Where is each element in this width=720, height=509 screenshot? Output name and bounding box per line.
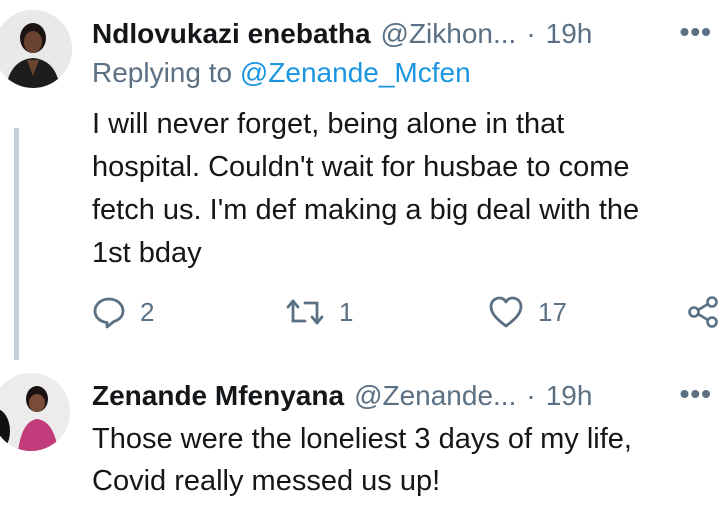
retweet-icon	[285, 295, 325, 329]
tweet[interactable]: Zenande Mfenyana @Zenande... · 19h ••• T…	[0, 360, 720, 509]
more-options-icon[interactable]: •••	[680, 378, 712, 410]
separator: ·	[526, 18, 536, 49]
avatar[interactable]	[0, 10, 72, 88]
replying-to: Replying to @Zenande_Mcfen	[92, 57, 471, 89]
tweet-text: I will never forget, being alone in that…	[92, 103, 712, 275]
tweet-text-line: hospital. Couldn't wait for husbae to co…	[92, 151, 630, 183]
share-icon	[686, 295, 720, 329]
retweet-count: 1	[339, 296, 354, 327]
like-count: 17	[538, 296, 567, 327]
tweet-text-line: I will never forget, being alone in that	[92, 108, 565, 140]
reply-count: 2	[140, 296, 155, 327]
tweet[interactable]: Ndlovukazi enebatha @Zikhon... · 19h •••…	[0, 0, 720, 360]
reply-icon	[92, 295, 126, 329]
like-button[interactable]: 17	[488, 288, 567, 336]
display-name[interactable]: Zenande Mfenyana	[92, 380, 344, 412]
timestamp[interactable]: 19h	[546, 18, 593, 50]
tweet-text: Those were the loneliest 3 days of my li…	[92, 418, 712, 502]
heart-icon	[488, 295, 524, 329]
separator: ·	[526, 380, 536, 411]
share-button[interactable]	[686, 288, 720, 336]
tweet-text-line: Those were the loneliest 3 days of my li…	[92, 423, 632, 455]
user-handle[interactable]: @Zenande...	[354, 380, 516, 412]
tweet-text-line: Covid really messed us up!	[92, 465, 441, 497]
tweet-actions: 2 1 17	[0, 288, 720, 336]
user-handle[interactable]: @Zikhon...	[381, 18, 517, 50]
replying-prefix: Replying to	[92, 57, 233, 88]
reply-button[interactable]: 2	[92, 288, 154, 336]
retweet-button[interactable]: 1	[285, 288, 353, 336]
tweet-text-line: fetch us. I'm def making a big deal with…	[92, 194, 640, 226]
replying-mention[interactable]: @Zenande_Mcfen	[240, 57, 471, 88]
display-name[interactable]: Ndlovukazi enebatha	[92, 18, 371, 50]
tweet-text-line: 1st bday	[92, 237, 202, 269]
tweet-header: Zenande Mfenyana @Zenande... · 19h •••	[92, 376, 712, 416]
avatar[interactable]	[0, 373, 70, 451]
timestamp[interactable]: 19h	[546, 380, 593, 412]
more-options-icon[interactable]: •••	[680, 16, 712, 48]
tweet-header: Ndlovukazi enebatha @Zikhon... · 19h •••	[92, 14, 712, 54]
